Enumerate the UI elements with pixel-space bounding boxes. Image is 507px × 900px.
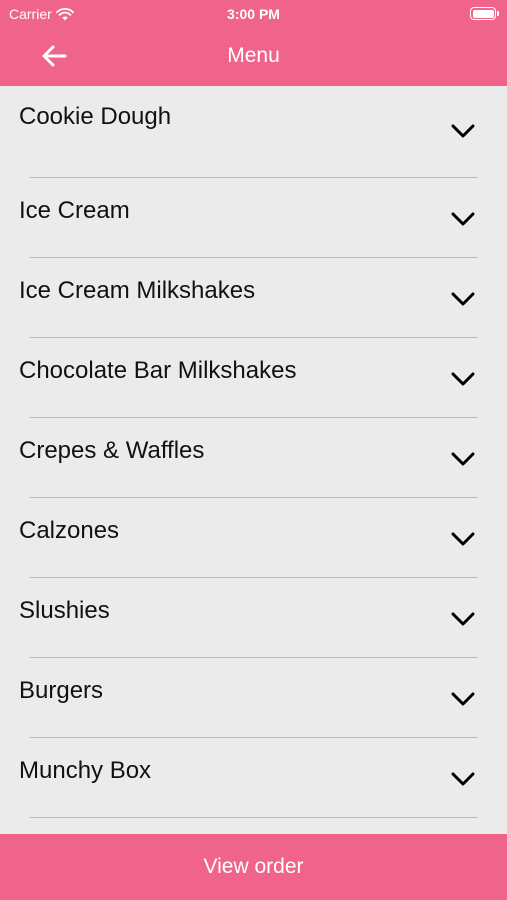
menu-category-calzones[interactable]: Calzones: [0, 498, 507, 578]
view-order-button[interactable]: View order: [0, 834, 507, 900]
menu-category-label: Ice Cream Milkshakes: [19, 277, 256, 304]
menu-category-label: Munchy Box: [19, 757, 152, 784]
menu-category-label: Crepes & Waffles: [19, 437, 205, 464]
chevron-down-icon: [451, 452, 475, 466]
chevron-down-icon: [451, 692, 475, 706]
menu-category-crepes-waffles[interactable]: Crepes & Waffles: [0, 418, 507, 498]
app-screen: Carrier 3:00 PM Menu Cookie Dough Ice Cr…: [0, 0, 507, 900]
divider: [30, 817, 478, 818]
navigation-bar: Menu: [0, 28, 507, 86]
menu-category-burgers[interactable]: Burgers: [0, 658, 507, 738]
menu-category-label: Burgers: [19, 677, 104, 704]
chevron-down-icon: [451, 372, 475, 386]
menu-category-ice-cream[interactable]: Ice Cream: [0, 178, 507, 258]
menu-category-label: Chocolate Bar Milkshakes: [19, 357, 297, 384]
chevron-down-icon: [451, 612, 475, 626]
battery-icon: [470, 7, 499, 20]
chevron-down-icon: [451, 532, 475, 546]
menu-category-label: Calzones: [19, 517, 120, 544]
menu-category-munchy-box[interactable]: Munchy Box: [0, 738, 507, 818]
menu-category-cookie-dough[interactable]: Cookie Dough: [0, 86, 507, 178]
menu-category-ice-cream-milkshakes[interactable]: Ice Cream Milkshakes: [0, 258, 507, 338]
chevron-down-icon: [451, 212, 475, 226]
chevron-down-icon: [451, 292, 475, 306]
menu-category-label: Cookie Dough: [19, 103, 172, 130]
chevron-down-icon: [451, 772, 475, 786]
menu-category-list: Cookie Dough Ice Cream Ice Cream Milksha…: [0, 86, 507, 834]
page-title: Menu: [227, 44, 280, 67]
menu-category-label: Slushies: [19, 597, 110, 624]
menu-category-chocolate-bar-milkshakes[interactable]: Chocolate Bar Milkshakes: [0, 338, 507, 418]
chevron-down-icon: [451, 124, 475, 138]
menu-category-slushies[interactable]: Slushies: [0, 578, 507, 658]
header: Carrier 3:00 PM Menu: [0, 0, 507, 86]
menu-category-label: Ice Cream: [19, 197, 130, 224]
status-bar: Carrier 3:00 PM: [0, 0, 507, 28]
status-time: 3:00 PM: [227, 6, 280, 22]
